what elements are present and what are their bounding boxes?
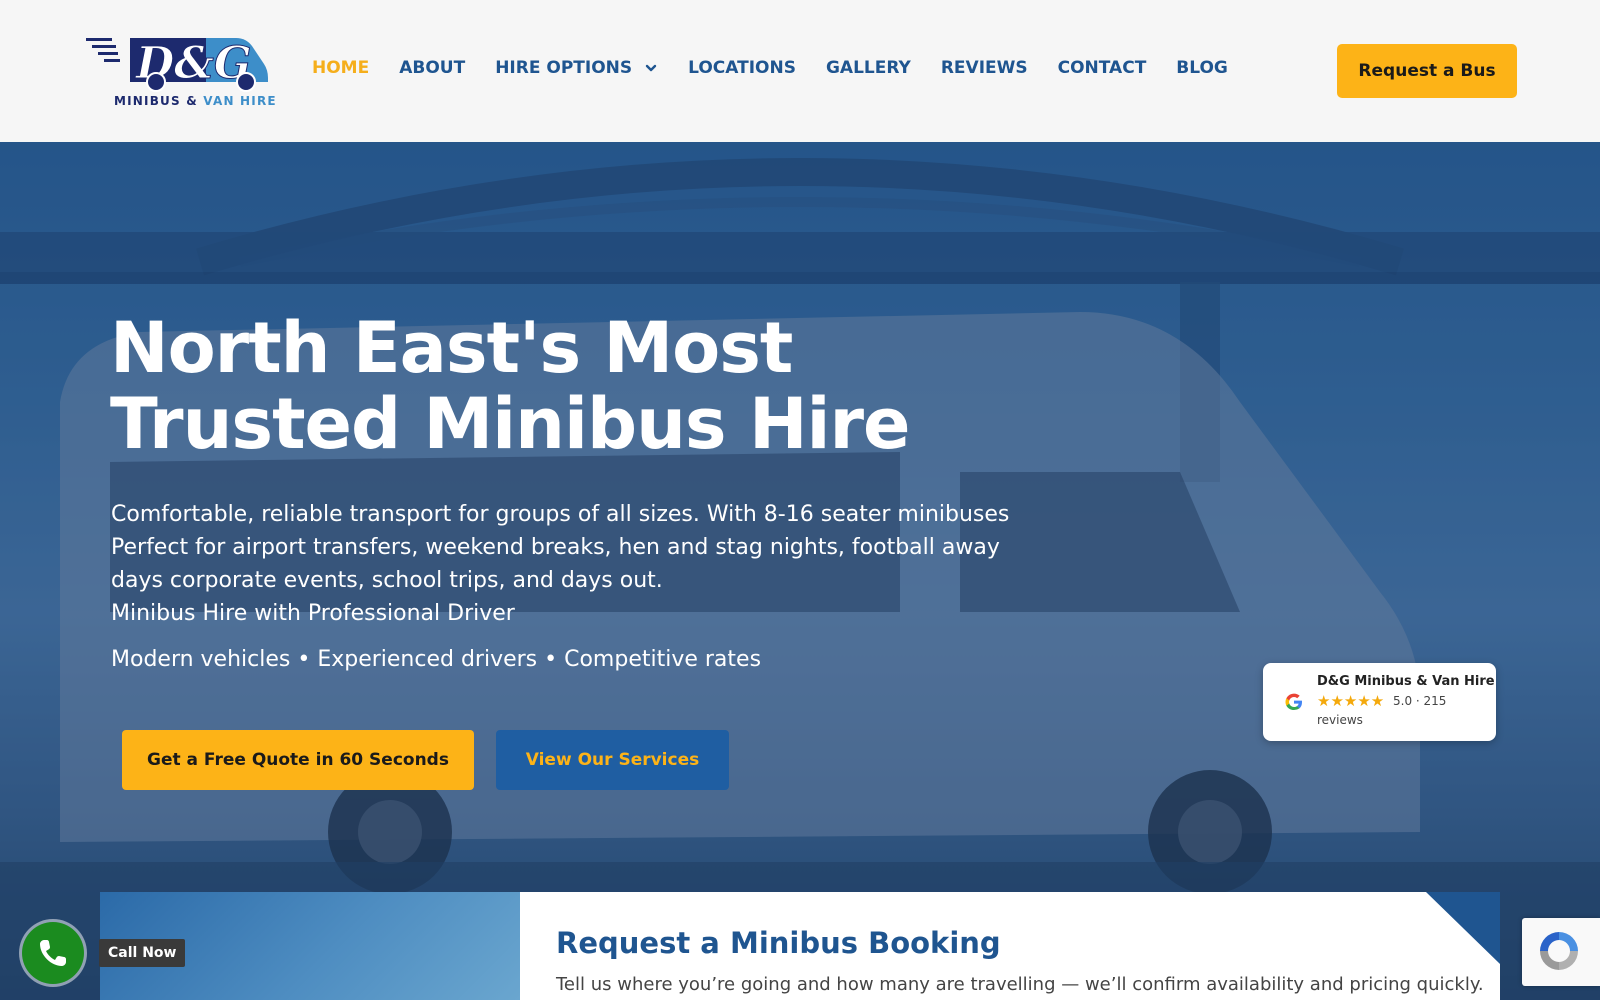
nav-hire-options-label: HIRE OPTIONS	[495, 58, 633, 78]
recaptcha-badge[interactable]	[1522, 918, 1600, 986]
phone-icon	[40, 940, 66, 966]
hero-title-line1: North East's Most	[110, 307, 793, 389]
nav-locations-label: LOCATIONS	[688, 58, 796, 78]
nav-reviews-label: REVIEWS	[940, 58, 1028, 78]
tagline-vanhire: VAN HIRE	[203, 94, 277, 108]
hero-desc-line4: Minibus Hire with Professional Driver	[111, 601, 515, 626]
recaptcha-icon	[1540, 932, 1578, 970]
hero-desc-line3: days corporate events, school trips, and…	[111, 568, 663, 593]
call-now-label[interactable]: Call Now	[99, 939, 186, 967]
corner-decoration-icon	[1426, 892, 1500, 964]
review-business-name: D&G Minibus & Van Hire	[1317, 674, 1495, 689]
hero-section: North East's Most Trusted Minibus Hire C…	[0, 142, 1600, 1000]
brand-tagline: MINIBUS & VAN HIRE	[114, 94, 277, 108]
star-rating-icon: ★★★★★	[1317, 692, 1385, 710]
nav-hire-options[interactable]: HIRE OPTIONS	[495, 58, 658, 78]
hero-desc-line1: Comfortable, reliable transport for grou…	[111, 502, 1010, 527]
nav-home-label: HOME	[312, 58, 370, 78]
chevron-down-icon	[645, 64, 657, 72]
review-rating-count: 5.0 · 215	[1393, 694, 1447, 708]
booking-panel: Request a Minibus Booking Tell us where …	[100, 892, 1500, 1000]
nav-home[interactable]: HOME	[312, 58, 369, 78]
nav-locations[interactable]: LOCATIONS	[688, 58, 796, 78]
nav-blog-label: BLOG	[1176, 58, 1228, 78]
hero-features: Modern vehicles • Experienced drivers • …	[111, 647, 762, 672]
nav-contact-label: CONTACT	[1057, 58, 1147, 78]
call-now-button[interactable]	[22, 922, 84, 984]
nav-gallery-label: GALLERY	[825, 58, 911, 78]
booking-title: Request a Minibus Booking	[556, 926, 1001, 960]
nav-blog[interactable]: BLOG	[1176, 58, 1228, 78]
review-reviews-label: reviews	[1317, 713, 1363, 727]
hero-desc-line2: Perfect for airport transfers, weekend b…	[111, 535, 1000, 560]
request-bus-button[interactable]: Request a Bus	[1337, 44, 1517, 98]
logo-van-icon: D&G	[86, 38, 268, 92]
brand-logo[interactable]: D&G MINIBUS & VAN HIRE	[86, 34, 276, 112]
booking-subtitle: Tell us where you’re going and how many …	[556, 974, 1484, 995]
main-nav: HOME ABOUT HIRE OPTIONS LOCATIONS GALLER…	[312, 58, 1258, 78]
google-review-badge[interactable]: D&G Minibus & Van Hire ★★★★★ 5.0 · 215 r…	[1263, 663, 1496, 741]
view-services-button[interactable]: View Our Services	[496, 730, 729, 790]
site-header: D&G MINIBUS & VAN HIRE HOME ABOUT HIRE O…	[0, 0, 1600, 142]
nav-gallery[interactable]: GALLERY	[826, 58, 911, 78]
hero-title: North East's Most Trusted Minibus Hire	[110, 310, 1010, 462]
nav-about-label: ABOUT	[399, 58, 466, 78]
free-quote-button[interactable]: Get a Free Quote in 60 Seconds	[122, 730, 474, 790]
google-g-icon	[1285, 693, 1302, 710]
nav-reviews[interactable]: REVIEWS	[941, 58, 1028, 78]
nav-about[interactable]: ABOUT	[399, 58, 465, 78]
hero-title-line2: Trusted Minibus Hire	[110, 383, 911, 465]
tagline-minibus: MINIBUS &	[114, 94, 198, 108]
nav-contact[interactable]: CONTACT	[1058, 58, 1147, 78]
hero-description: Comfortable, reliable transport for grou…	[111, 498, 1031, 630]
